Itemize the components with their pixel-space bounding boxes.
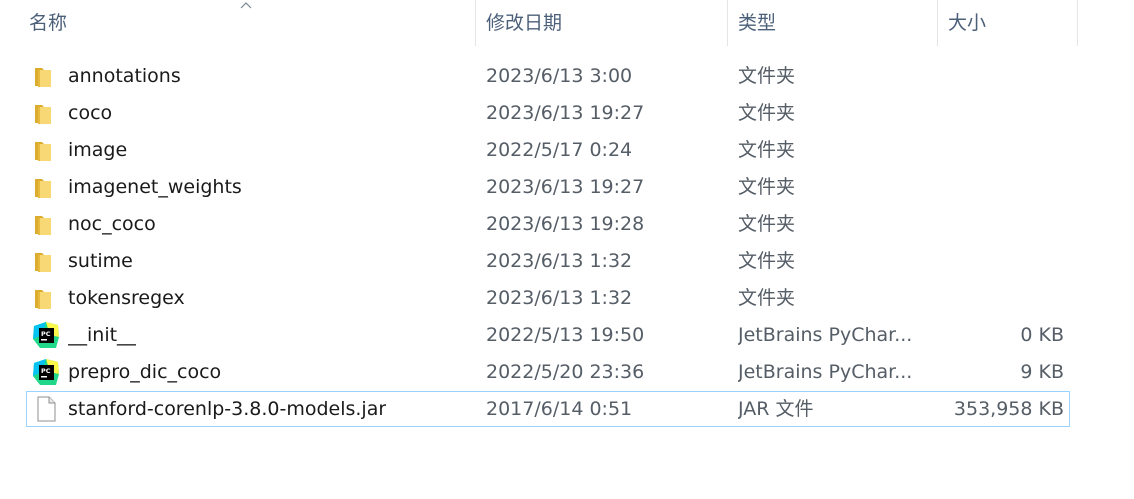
file-row[interactable]: PC prepro_dic_coco 2022/5/20 23:36 JetBrain…	[26, 354, 1070, 390]
pycharm-icon: PC	[33, 322, 59, 348]
file-modified-date: 2022/5/20 23:36	[486, 361, 645, 383]
file-modified-date: 2023/6/13 19:27	[486, 102, 645, 124]
column-header-type[interactable]: 类型	[738, 0, 776, 46]
file-type: 文件夹	[738, 287, 796, 309]
column-divider[interactable]	[475, 0, 476, 46]
file-name: coco	[68, 102, 113, 124]
file-type: 文件夹	[738, 139, 796, 161]
folder-icon	[35, 105, 51, 124]
column-header-bar: 名称 修改日期 类型 大小	[0, 0, 1134, 46]
svg-text:PC: PC	[41, 330, 51, 338]
file-name: noc_coco	[68, 213, 156, 235]
file-row[interactable]: annotations 2023/6/13 3:00 文件夹	[26, 58, 1070, 94]
folder-icon	[35, 142, 51, 161]
file-row[interactable]: sutime 2023/6/13 1:32 文件夹	[26, 243, 1070, 279]
folder-icon	[35, 253, 51, 272]
column-divider[interactable]	[937, 0, 938, 46]
file-size: 9 KB	[1020, 361, 1064, 383]
file-row[interactable]: image 2022/5/17 0:24 文件夹	[26, 132, 1070, 168]
file-name: tokensregex	[68, 287, 185, 309]
file-name: sutime	[68, 250, 133, 272]
file-type: 文件夹	[738, 213, 796, 235]
file-icon	[37, 396, 56, 422]
sort-ascending-icon	[240, 2, 252, 9]
file-name: annotations	[68, 65, 181, 87]
file-modified-date: 2022/5/17 0:24	[486, 139, 633, 161]
file-modified-date: 2023/6/13 19:28	[486, 213, 645, 235]
file-type: 文件夹	[738, 176, 796, 198]
file-row[interactable]: noc_coco 2023/6/13 19:28 文件夹	[26, 206, 1070, 242]
pycharm-icon: PC	[33, 359, 59, 385]
column-header-size[interactable]: 大小	[948, 0, 986, 46]
file-type: JetBrains PyChar...	[738, 361, 913, 383]
column-divider[interactable]	[1077, 0, 1078, 46]
file-type: 文件夹	[738, 65, 796, 87]
file-name: image	[68, 139, 128, 161]
file-name: stanford-corenlp-3.8.0-models.jar	[68, 398, 387, 420]
file-size: 353,958 KB	[953, 398, 1064, 420]
file-modified-date: 2023/6/13 19:27	[486, 176, 645, 198]
file-name: prepro_dic_coco	[68, 361, 222, 383]
column-header-modified[interactable]: 修改日期	[486, 0, 562, 46]
file-row[interactable]: imagenet_weights 2023/6/13 19:27 文件夹	[26, 169, 1070, 205]
file-modified-date: 2017/6/14 0:51	[486, 398, 633, 420]
column-divider[interactable]	[727, 0, 728, 46]
file-row[interactable]: coco 2023/6/13 19:27 文件夹	[26, 95, 1070, 131]
file-modified-date: 2023/6/13 1:32	[486, 287, 633, 309]
file-row[interactable]: stanford-corenlp-3.8.0-models.jar 2017/6/…	[26, 391, 1070, 427]
file-modified-date: 2023/6/13 3:00	[486, 65, 633, 87]
column-header-name[interactable]: 名称	[29, 0, 67, 46]
svg-text:PC: PC	[41, 367, 51, 375]
file-name: imagenet_weights	[68, 176, 242, 198]
file-row[interactable]: PC __init__ 2022/5/13 19:50 JetBrains PyCha…	[26, 317, 1070, 353]
file-type: JetBrains PyChar...	[738, 324, 913, 346]
file-type: 文件夹	[738, 102, 796, 124]
file-modified-date: 2022/5/13 19:50	[486, 324, 645, 346]
file-modified-date: 2023/6/13 1:32	[486, 250, 633, 272]
file-type: JAR 文件	[738, 398, 814, 420]
folder-icon	[35, 290, 51, 309]
file-type: 文件夹	[738, 250, 796, 272]
folder-icon	[35, 68, 51, 87]
file-size: 0 KB	[1020, 324, 1064, 346]
file-name: __init__	[68, 324, 137, 346]
file-row[interactable]: tokensregex 2023/6/13 1:32 文件夹	[26, 280, 1070, 316]
folder-icon	[35, 179, 51, 198]
folder-icon	[35, 216, 51, 235]
